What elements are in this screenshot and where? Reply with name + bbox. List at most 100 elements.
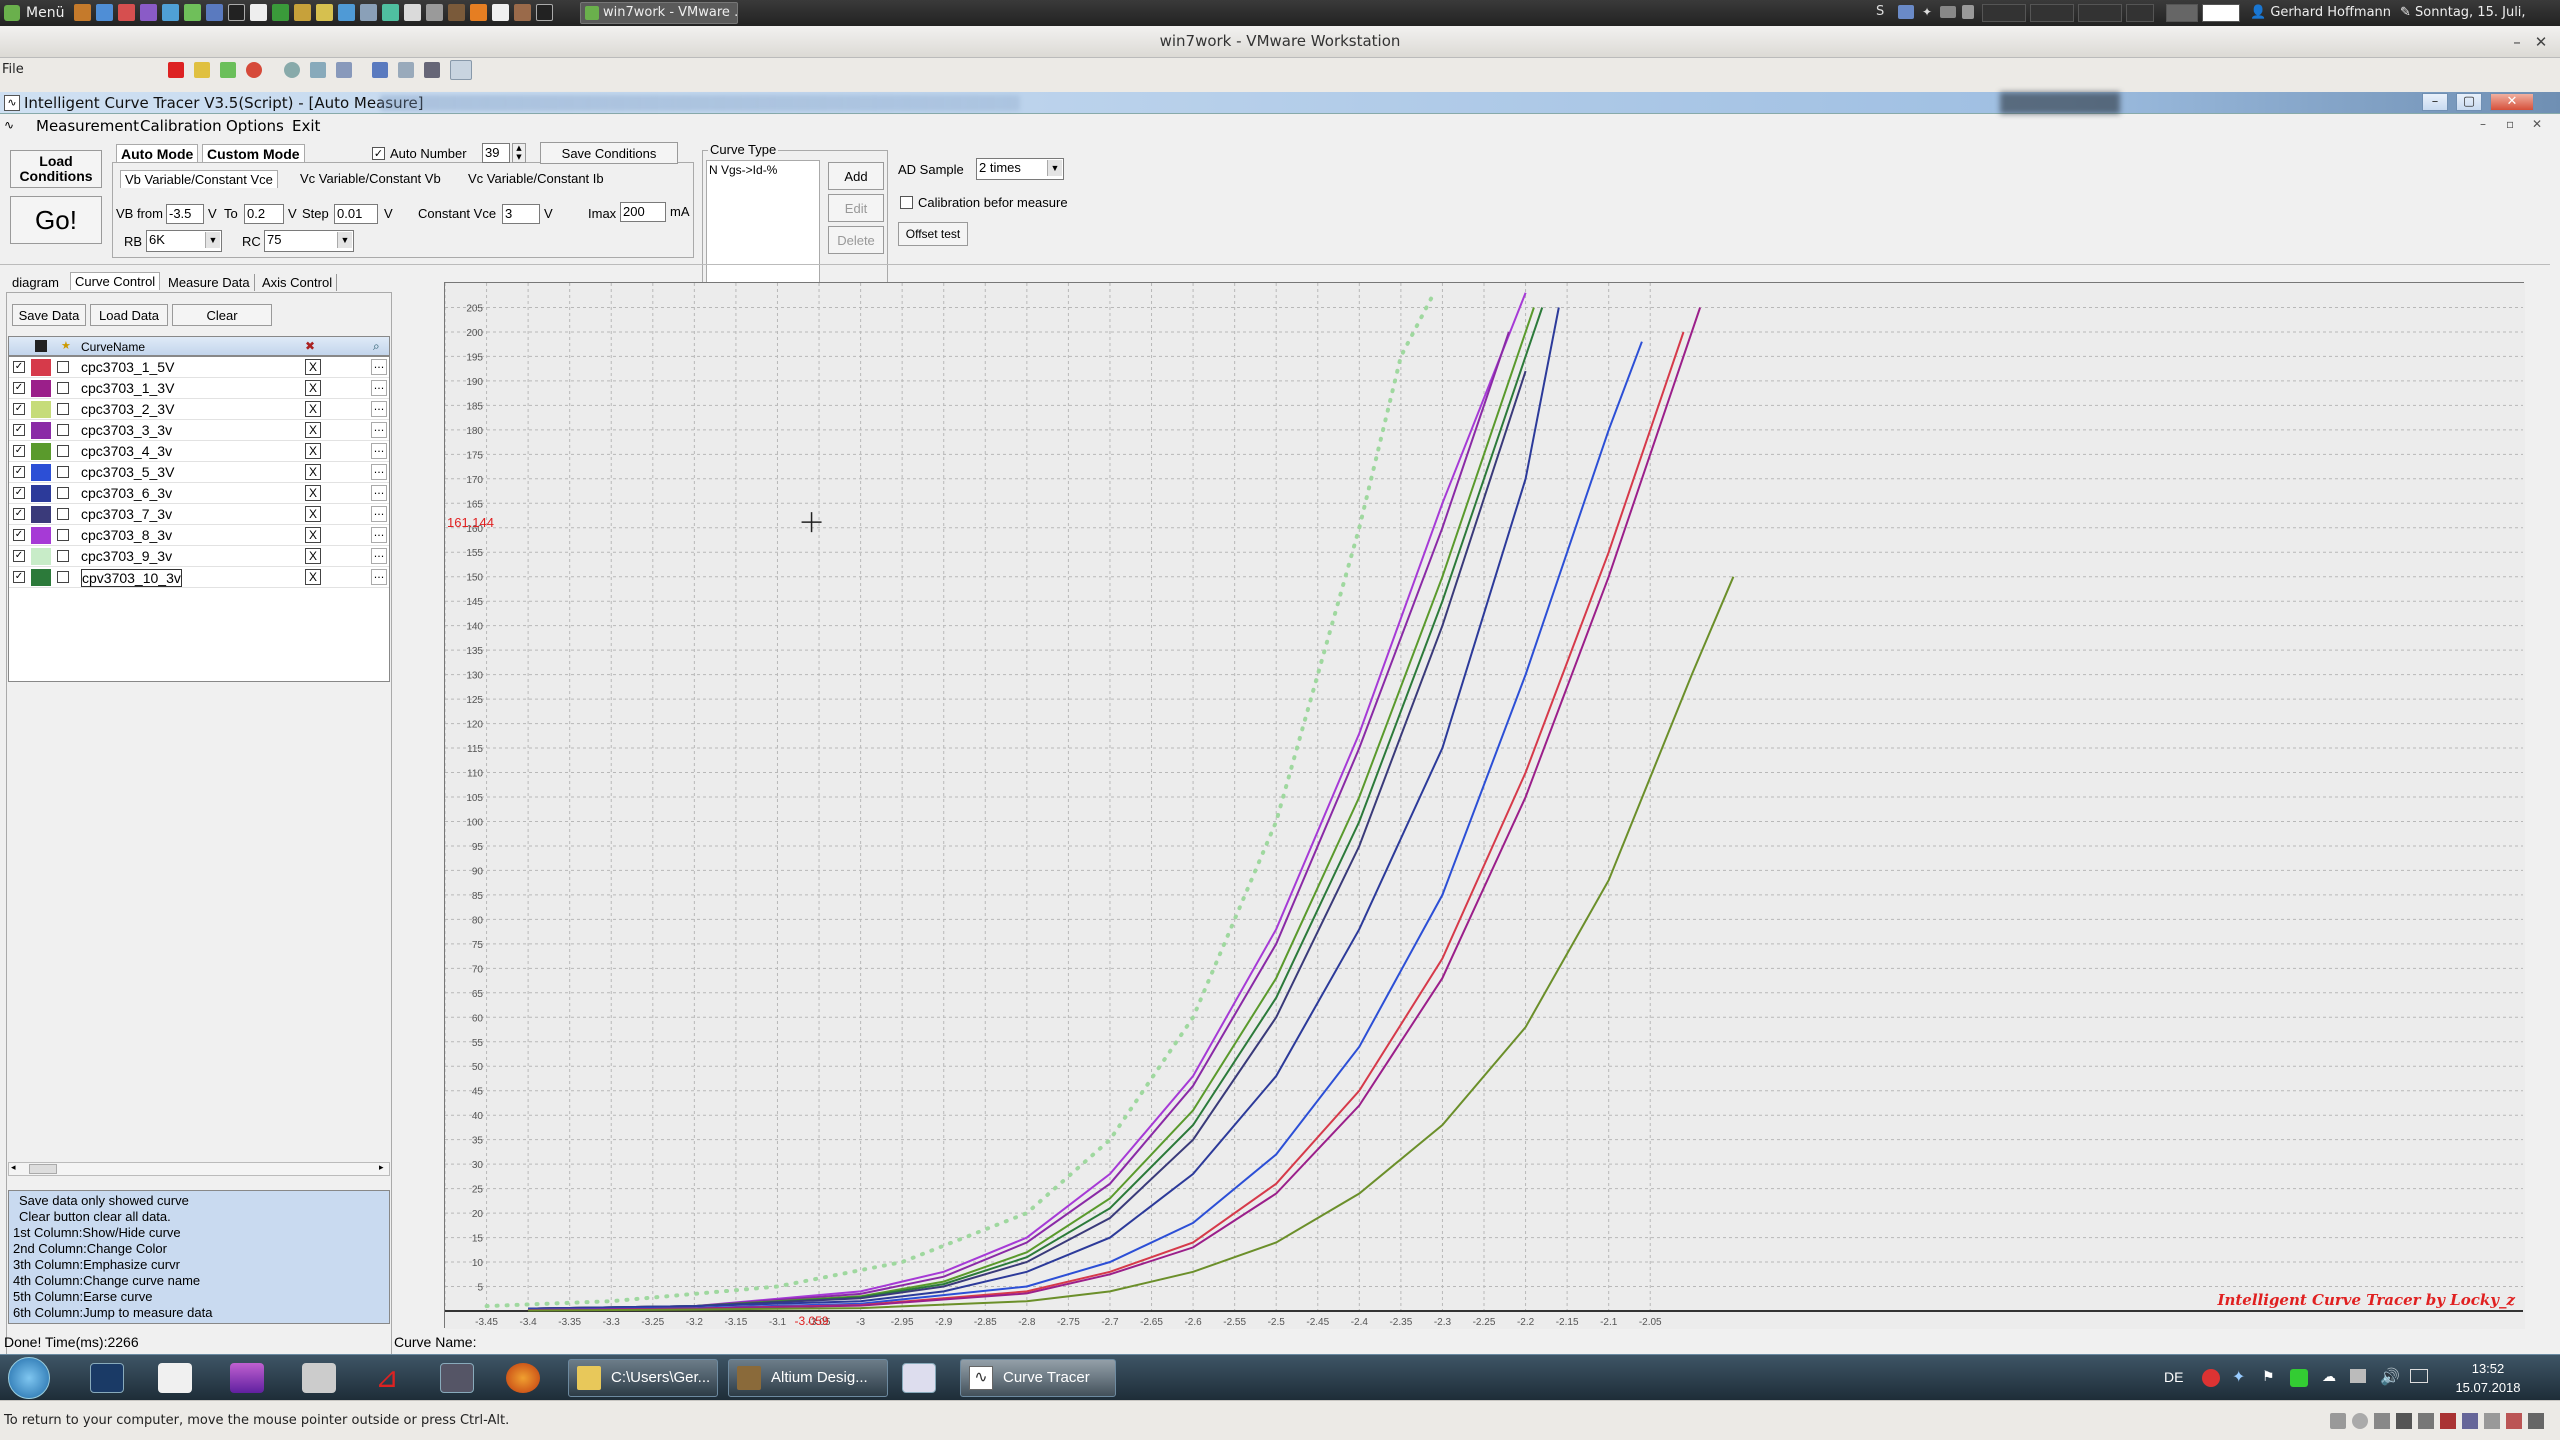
tray-icon[interactable] [2350,1369,2366,1383]
device-icon[interactable] [2330,1413,2346,1429]
launcher-icon[interactable] [184,4,201,21]
device-icon[interactable] [2352,1413,2368,1429]
volume-icon[interactable]: 🔊 [2380,1367,2400,1386]
go-button[interactable]: Go! [10,196,102,244]
curve-color-swatch[interactable] [31,485,51,502]
bluetooth-icon[interactable]: ✦ [2232,1367,2245,1386]
snapshot-icon[interactable] [284,62,300,78]
jump-to-data-button[interactable]: ... [371,485,387,501]
calculator-icon[interactable] [302,1363,336,1393]
curve-color-swatch[interactable] [31,380,51,397]
auto-number-spinner[interactable]: ▲ ▼ [512,143,526,163]
calibration-checkbox[interactable] [900,196,913,209]
app-maximize-button[interactable]: ▢ [2456,93,2482,111]
taskbar-app-icon[interactable] [158,1363,192,1393]
auto-number-input[interactable]: 39 [482,143,510,163]
launcher-icon[interactable] [382,4,399,21]
curve-name[interactable]: cpc3703_8_3v [81,527,172,543]
unity-icon[interactable] [450,60,472,80]
erase-curve-button[interactable]: X [305,380,321,396]
scroll-thumb[interactable] [29,1164,57,1174]
mdi-minimize-icon[interactable]: – [2480,117,2486,131]
vb-from-input[interactable]: -3.5 [166,204,204,224]
tray-icon[interactable] [2202,1369,2220,1387]
launcher-icon[interactable] [448,4,465,21]
load-conditions-button[interactable]: Load Conditions [10,150,102,188]
host-user[interactable]: 👤 Gerhard Hoffmann [2250,2,2391,24]
device-icon[interactable] [2462,1413,2478,1429]
curve-color-swatch[interactable] [31,527,51,544]
erase-curve-button[interactable]: X [305,569,321,585]
curve-color-swatch[interactable] [31,359,51,376]
curve-color-swatch[interactable] [31,506,51,523]
menu-measurement[interactable]: Measurement [36,117,139,135]
curve-name[interactable]: cpc3703_4_3v [81,443,172,459]
terminal-icon[interactable] [228,4,245,21]
launcher-icon[interactable] [206,4,223,21]
launcher-icon[interactable] [74,4,91,21]
taskbar-window-curve-tracer[interactable]: ∿ Curve Tracer [960,1359,1116,1397]
erase-curve-button[interactable]: X [305,527,321,543]
emphasize-checkbox[interactable] [57,403,69,415]
firefox-icon[interactable] [506,1363,540,1393]
launcher-icon[interactable] [140,4,157,21]
imax-input[interactable]: 200 [620,202,666,222]
taskbar-app-icon[interactable] [440,1363,474,1393]
folder-icon[interactable] [316,4,333,21]
tab-custom-mode[interactable]: Custom Mode [202,144,305,163]
table-row[interactable]: ✓ cpc3703_5_3V X... [9,462,389,483]
device-icon[interactable] [2418,1413,2434,1429]
launcher-icon[interactable] [338,4,355,21]
launcher-icon[interactable] [492,4,509,21]
launcher-icon[interactable] [162,4,179,21]
taskbar-window-altium[interactable]: Altium Desig... [728,1359,888,1397]
table-row[interactable]: ✓ cpc3703_3_3v X... [9,420,389,441]
table-hscrollbar[interactable]: ◂ ▸ [8,1162,390,1176]
curve-color-swatch[interactable] [31,548,51,565]
jump-to-data-button[interactable]: ... [371,422,387,438]
tab-vc-variable-vb[interactable]: Vc Variable/Constant Vb [296,170,445,187]
vmware-file-menu[interactable]: File [2,62,24,77]
curve-color-swatch[interactable] [31,401,51,418]
menu-options[interactable]: Options [226,117,284,135]
launcher-icon[interactable] [96,4,113,21]
tray-icon[interactable]: S [1876,4,1890,20]
emphasize-checkbox[interactable] [57,361,69,373]
jump-to-data-button[interactable]: ... [371,527,387,543]
launcher-icon[interactable] [294,4,311,21]
show-curve-checkbox[interactable]: ✓ [13,487,25,499]
show-curve-checkbox[interactable]: ✓ [13,445,25,457]
battery-icon[interactable] [1962,5,1974,19]
emphasize-checkbox[interactable] [57,571,69,583]
tab-axis-control[interactable]: Axis Control [258,274,338,291]
mdi-restore-icon[interactable]: ▫ [2506,117,2514,131]
erase-curve-button[interactable]: X [305,506,321,522]
launcher-icon[interactable] [272,4,289,21]
tab-curve-control[interactable]: Curve Control [70,272,161,290]
tray-icon[interactable] [2290,1369,2308,1387]
taskbar-app-icon[interactable] [902,1363,936,1393]
table-row[interactable]: ✓ cpc3703_9_3v X... [9,546,389,567]
curve-type-item[interactable]: N Vgs->Id-% [707,161,819,179]
to-input[interactable]: 0.2 [244,204,284,224]
network-icon[interactable] [2410,1369,2428,1383]
load-data-button[interactable]: Load Data [90,304,168,326]
device-icon[interactable] [2396,1413,2412,1429]
curve-name[interactable]: cpc3703_2_3V [81,401,174,417]
jump-to-data-button[interactable]: ... [371,506,387,522]
firefox-icon[interactable] [470,4,487,21]
tab-diagram[interactable]: diagram [8,274,63,291]
taskbar-app-icon[interactable]: ⊿ [370,1363,404,1393]
play-icon[interactable] [220,62,236,78]
console-view-icon[interactable] [398,62,414,78]
chevron-right-icon[interactable]: ▸ [379,1163,384,1173]
bluetooth-icon[interactable]: ✦ [1922,5,1934,19]
curve-plot[interactable]: -3.45 -3.4 -3.35 -3.3 -3.25 -3.2 -3.15 -3.1 -3.0… [445,283,2525,1329]
curve-color-swatch[interactable] [31,569,51,586]
curve-name[interactable]: cpc3703_6_3v [81,485,172,501]
host-menu-button[interactable]: Menü [4,3,64,23]
curve-color-swatch[interactable] [31,464,51,481]
add-button[interactable]: Add [828,162,884,190]
display-icon[interactable] [1940,6,1956,18]
curve-name[interactable]: cpc3703_1_5V [81,359,174,375]
